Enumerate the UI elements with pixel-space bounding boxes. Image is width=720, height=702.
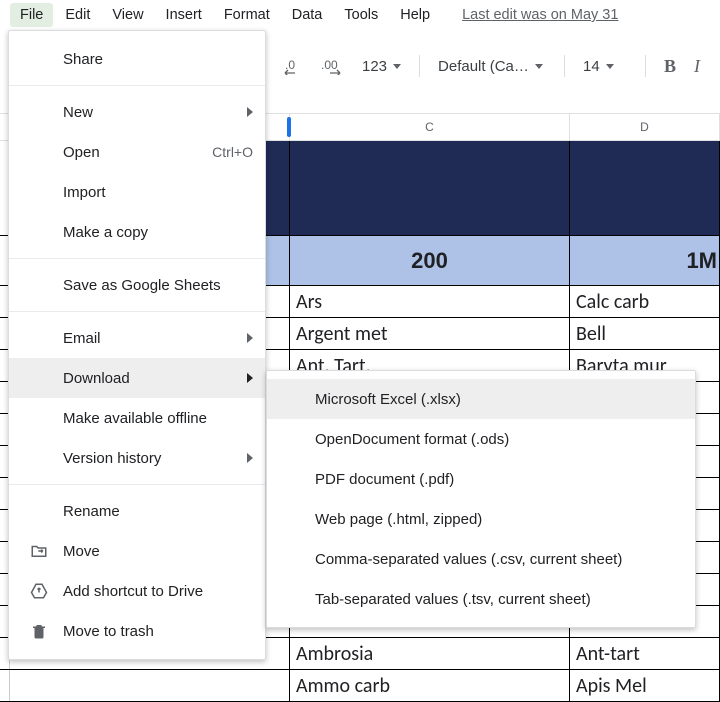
menu-item-download[interactable]: Download	[9, 358, 265, 398]
submenu-item-html[interactable]: Web page (.html, zipped)	[267, 499, 695, 539]
file-menu-dropdown: Share New Open Ctrl+O Import Make a copy…	[8, 30, 266, 660]
svg-text:.00: .00	[321, 58, 338, 72]
table-row: Ammo carb Apis Mel	[0, 670, 720, 702]
menu-help[interactable]: Help	[390, 3, 440, 27]
menu-item-import[interactable]: Import	[9, 172, 265, 212]
submenu-arrow-icon	[247, 453, 253, 463]
download-submenu: Microsoft Excel (.xlsx) OpenDocument for…	[266, 370, 696, 628]
font-select[interactable]: Default (Ca…	[432, 56, 552, 77]
menu-item-label: Open	[63, 144, 100, 161]
cell[interactable]: Ars	[290, 286, 570, 317]
drive-shortcut-icon	[29, 581, 49, 601]
menu-bar: File Edit View Insert Format Data Tools …	[0, 0, 720, 30]
bold-button[interactable]: B	[658, 52, 682, 81]
menu-item-save-as-google-sheets[interactable]: Save as Google Sheets	[9, 265, 265, 305]
menu-item-email[interactable]: Email	[9, 318, 265, 358]
menu-separator	[9, 258, 265, 259]
cell[interactable]	[10, 670, 290, 701]
submenu-item-tsv[interactable]: Tab-separated values (.tsv, current shee…	[267, 579, 695, 619]
submenu-item-csv[interactable]: Comma-separated values (.csv, current sh…	[267, 539, 695, 579]
menu-item-label: Move to trash	[63, 623, 154, 640]
row-number-gutter	[0, 670, 10, 701]
caret-down-icon	[393, 64, 401, 69]
italic-button[interactable]: I	[688, 52, 706, 81]
menu-separator	[9, 484, 265, 485]
cell[interactable]: Bell	[570, 318, 720, 349]
submenu-arrow-icon	[247, 333, 253, 343]
number-format-label: 123	[362, 58, 387, 75]
number-format-select[interactable]: 123	[356, 56, 407, 77]
toolbar-separator	[564, 55, 565, 77]
menu-item-label: Download	[63, 370, 130, 387]
menu-item-label: Version history	[63, 450, 161, 467]
font-size-select[interactable]: 14	[577, 56, 633, 77]
column-header-c[interactable]: C	[290, 114, 570, 140]
increase-decimal-button[interactable]: .00	[314, 53, 350, 79]
caret-down-icon	[535, 64, 543, 69]
menu-item-label: New	[63, 104, 93, 121]
menu-file[interactable]: File	[10, 3, 53, 27]
menu-item-label: Move	[63, 543, 100, 560]
menu-insert[interactable]: Insert	[156, 3, 212, 27]
menu-item-open[interactable]: Open Ctrl+O	[9, 132, 265, 172]
menu-item-shortcut: Ctrl+O	[212, 144, 253, 160]
submenu-item-xlsx[interactable]: Microsoft Excel (.xlsx)	[267, 379, 695, 419]
menu-tools[interactable]: Tools	[334, 3, 388, 27]
menu-data[interactable]: Data	[282, 3, 333, 27]
font-size-label: 14	[583, 58, 600, 75]
menu-separator	[9, 85, 265, 86]
cell[interactable]: Ammo carb	[290, 670, 570, 701]
trash-icon	[29, 621, 49, 641]
submenu-item-pdf[interactable]: PDF document (.pdf)	[267, 459, 695, 499]
cell[interactable]: 200	[290, 236, 570, 285]
toolbar: .0 .00 123 Default (Ca… 14 B I	[276, 48, 706, 84]
cell[interactable]: Argent met	[290, 318, 570, 349]
cell[interactable]	[290, 141, 570, 235]
font-label: Default (Ca…	[438, 58, 529, 75]
last-edit-link[interactable]: Last edit was on May 31	[462, 7, 618, 23]
menu-item-move[interactable]: Move	[9, 531, 265, 571]
cell[interactable]: Calc carb	[570, 286, 720, 317]
menu-item-new[interactable]: New	[9, 92, 265, 132]
submenu-arrow-icon	[247, 107, 253, 117]
menu-item-label: Add shortcut to Drive	[63, 583, 203, 600]
decrease-decimal-button[interactable]: .0	[276, 53, 308, 79]
menu-separator	[9, 311, 265, 312]
increase-decimal-icon: .00	[320, 57, 344, 75]
menu-item-share[interactable]: Share	[9, 39, 265, 79]
column-header-d[interactable]: D	[570, 114, 720, 140]
caret-down-icon	[606, 64, 614, 69]
menu-item-rename[interactable]: Rename	[9, 491, 265, 531]
cell[interactable]: Apis Mel	[570, 670, 720, 701]
toolbar-separator	[419, 55, 420, 77]
menu-item-make-copy[interactable]: Make a copy	[9, 212, 265, 252]
menu-item-label: Email	[63, 330, 101, 347]
svg-text:.0: .0	[285, 58, 295, 72]
cell[interactable]: Ant-tart	[570, 638, 720, 669]
cell[interactable]	[570, 141, 720, 235]
submenu-item-ods[interactable]: OpenDocument format (.ods)	[267, 419, 695, 459]
menu-view[interactable]: View	[102, 3, 153, 27]
cell[interactable]: 1M	[570, 236, 720, 285]
decrease-decimal-icon: .0	[282, 57, 302, 75]
cell[interactable]: Ambrosia	[290, 638, 570, 669]
menu-item-add-shortcut-to-drive[interactable]: Add shortcut to Drive	[9, 571, 265, 611]
submenu-arrow-icon	[247, 373, 253, 383]
toolbar-separator	[645, 55, 646, 77]
folder-move-icon	[29, 541, 49, 561]
menu-format[interactable]: Format	[214, 3, 280, 27]
menu-item-make-available-offline[interactable]: Make available offline	[9, 398, 265, 438]
menu-edit[interactable]: Edit	[55, 3, 100, 27]
menu-item-move-to-trash[interactable]: Move to trash	[9, 611, 265, 651]
menu-item-version-history[interactable]: Version history	[9, 438, 265, 478]
